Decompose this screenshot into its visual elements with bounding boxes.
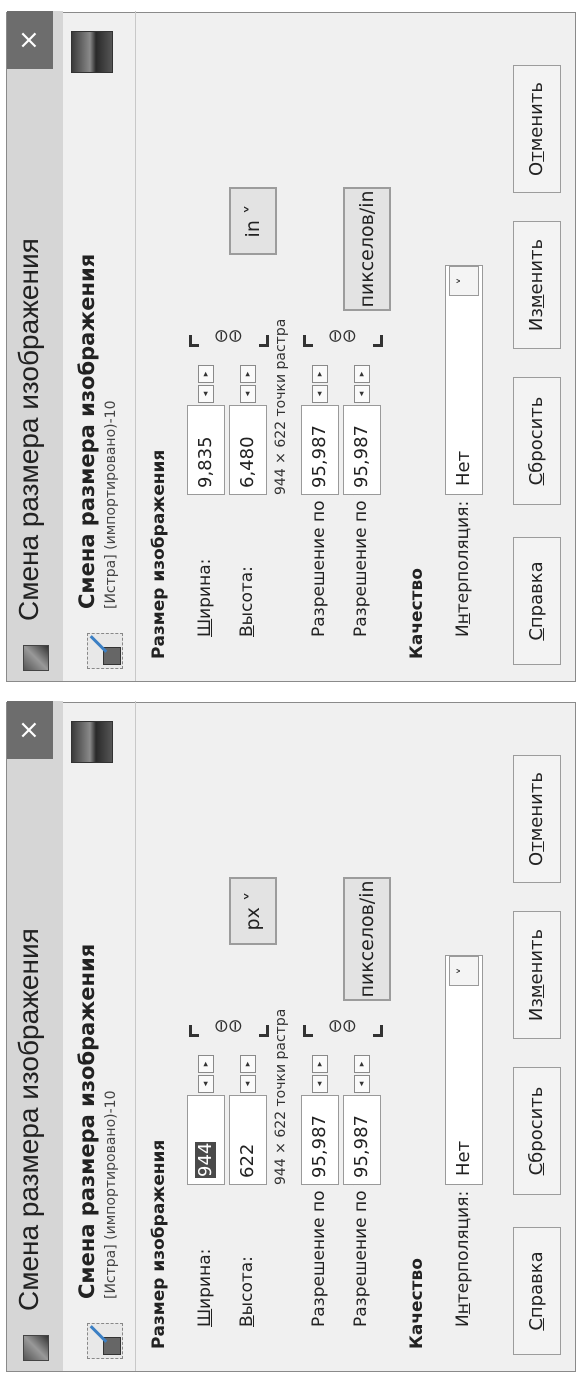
interpolation-combo[interactable]: Нет ˅ [445, 265, 483, 495]
res-y-label: Разрешение по Y: [351, 481, 371, 637]
cancel-button[interactable]: Отменить [513, 65, 561, 193]
interpolation-label: Интерполяция: [453, 500, 473, 637]
res-x-input[interactable]: 95,987 [301, 405, 339, 495]
width-input[interactable]: 944 [187, 1095, 225, 1185]
chevron-down-icon[interactable]: ˅ [449, 266, 479, 296]
dialog-window: Смена размера изображения × Смена размер… [6, 11, 576, 682]
spin-up-icon[interactable]: ▸ [354, 1055, 370, 1073]
help-button[interactable]: Справка [513, 537, 561, 665]
resize-icon [85, 631, 125, 671]
app-icon [23, 645, 49, 671]
reset-button[interactable]: Сбросить [513, 1067, 561, 1195]
height-spinner[interactable]: ◂ ▸ [229, 1051, 267, 1095]
spin-up-icon[interactable]: ▸ [240, 365, 256, 383]
spin-down-icon[interactable]: ◂ [240, 385, 256, 403]
header-divider [135, 11, 136, 681]
window-title: Смена размера изображения [13, 928, 44, 1311]
image-thumbnail [71, 721, 113, 763]
spin-down-icon[interactable]: ◂ [312, 385, 328, 403]
spin-down-icon[interactable]: ◂ [198, 385, 214, 403]
spin-up-icon[interactable]: ▸ [198, 365, 214, 383]
spin-down-icon[interactable]: ◂ [312, 1075, 328, 1093]
title-bar: Смена размера изображения × [7, 11, 63, 681]
res-y-input[interactable]: 95,987 [343, 405, 381, 495]
resize-dialog-px: Смена размера изображения × Смена размер… [6, 701, 576, 1372]
interpolation-value: Нет [453, 450, 474, 486]
dialog-window: Смена размера изображения × Смена размер… [6, 701, 576, 1372]
resolution-chain-icon[interactable]: ⊖ ⊖ [301, 1009, 385, 1049]
app-icon [23, 1335, 49, 1361]
res-y-spinner[interactable]: ◂ ▸ [343, 361, 381, 405]
cancel-button[interactable]: Отменить [513, 755, 561, 883]
width-label: Ширина: [195, 1248, 215, 1327]
interpolation-combo[interactable]: Нет ˅ [445, 955, 483, 1185]
header-subtitle: [Истра] (импортировано)-10 [103, 1090, 119, 1299]
width-label: Ширина: [195, 558, 215, 637]
chevron-down-icon[interactable]: ˅ [449, 956, 479, 986]
header-divider [135, 701, 136, 1371]
interpolation-label: Интерполяция: [453, 1190, 473, 1327]
resize-button[interactable]: Изменить [513, 221, 561, 349]
resize-button[interactable]: Изменить [513, 911, 561, 1039]
width-input[interactable]: 9,835 [187, 405, 225, 495]
help-button[interactable]: Справка [513, 1227, 561, 1355]
resolution-unit-button[interactable]: пикселов/in [343, 187, 391, 311]
resolution-unit-button[interactable]: пикселов/in [343, 877, 391, 1001]
dialog-header: Смена размера изображения [Истра] (импор… [67, 21, 133, 671]
header-subtitle: [Истра] (импортировано)-10 [103, 400, 119, 609]
res-x-spinner[interactable]: ◂ ▸ [301, 1051, 339, 1095]
raster-size-info: 944 × 622 точки растра [273, 318, 289, 495]
res-x-label: Разрешение по X: [309, 1167, 329, 1327]
title-bar: Смена размера изображения × [7, 701, 63, 1371]
spin-down-icon[interactable]: ◂ [354, 1075, 370, 1093]
height-label: Высота: [237, 566, 257, 637]
res-y-spinner[interactable]: ◂ ▸ [343, 1051, 381, 1095]
res-y-label: Разрешение по Y: [351, 1171, 371, 1327]
dialog-header: Смена размера изображения [Истра] (импор… [67, 711, 133, 1361]
header-title: Смена размера изображения [75, 253, 99, 609]
close-button[interactable]: × [7, 701, 53, 759]
height-input[interactable]: 6,480 [229, 405, 267, 495]
res-x-spinner[interactable]: ◂ ▸ [301, 361, 339, 405]
size-chain-icon[interactable]: ⊖ ⊖ [187, 319, 271, 359]
image-thumbnail [71, 31, 113, 73]
header-title: Смена размера изображения [75, 943, 99, 1299]
close-button[interactable]: × [7, 11, 53, 69]
spin-up-icon[interactable]: ▸ [354, 365, 370, 383]
width-spinner[interactable]: ◂ ▸ [187, 1051, 225, 1095]
quality-section-title: Качество [407, 1258, 427, 1349]
res-y-input[interactable]: 95,987 [343, 1095, 381, 1185]
spin-up-icon[interactable]: ▸ [240, 1055, 256, 1073]
spin-up-icon[interactable]: ▸ [198, 1055, 214, 1073]
interpolation-value: Нет [453, 1140, 474, 1176]
resize-icon [85, 1321, 125, 1361]
res-x-label: Разрешение по X: [309, 477, 329, 637]
resize-dialog-in: Смена размера изображения × Смена размер… [6, 11, 576, 682]
spin-down-icon[interactable]: ◂ [240, 1075, 256, 1093]
reset-button[interactable]: Сбросить [513, 377, 561, 505]
quality-section-title: Качество [407, 568, 427, 659]
res-x-input[interactable]: 95,987 [301, 1095, 339, 1185]
width-spinner[interactable]: ◂ ▸ [187, 361, 225, 405]
size-section-title: Размер изображения [149, 1139, 169, 1349]
size-unit-button[interactable]: px ˅ [229, 877, 277, 945]
window-title: Смена размера изображения [13, 238, 44, 621]
height-label: Высота: [237, 1256, 257, 1327]
size-chain-icon[interactable]: ⊖ ⊖ [187, 1009, 271, 1049]
spin-up-icon[interactable]: ▸ [312, 1055, 328, 1073]
height-spinner[interactable]: ◂ ▸ [229, 361, 267, 405]
raster-size-info: 944 × 622 точки растра [273, 1008, 289, 1185]
height-input[interactable]: 622 [229, 1095, 267, 1185]
size-section-title: Размер изображения [149, 449, 169, 659]
resolution-chain-icon[interactable]: ⊖ ⊖ [301, 319, 385, 359]
spin-down-icon[interactable]: ◂ [354, 385, 370, 403]
size-unit-button[interactable]: in ˅ [229, 187, 277, 255]
spin-down-icon[interactable]: ◂ [198, 1075, 214, 1093]
spin-up-icon[interactable]: ▸ [312, 365, 328, 383]
